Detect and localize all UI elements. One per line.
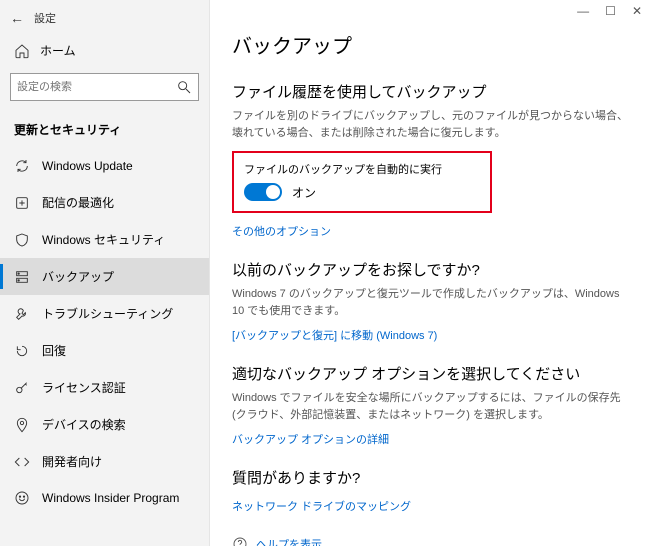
sidebar-item-developers[interactable]: 開発者向け — [0, 443, 209, 480]
home-label: ホーム — [40, 42, 76, 59]
help-row[interactable]: ヘルプを表示 — [232, 536, 628, 546]
sidebar-item-label: Windows セキュリティ — [42, 231, 165, 248]
window-controls: — ☐ ✕ — [577, 4, 642, 18]
search-box[interactable] — [10, 73, 199, 101]
choose-option-section: 適切なバックアップ オプションを選択してください Windows でファイルを安… — [232, 363, 628, 447]
sync-icon — [14, 158, 30, 174]
question-link[interactable]: ネットワーク ドライブのマッピング — [232, 498, 411, 514]
choose-link[interactable]: バックアップ オプションの詳細 — [232, 431, 389, 447]
search-icon — [176, 79, 192, 95]
sidebar-item-label: バックアップ — [42, 268, 114, 285]
sidebar-item-insider[interactable]: Windows Insider Program — [0, 480, 209, 516]
search-input[interactable] — [17, 81, 176, 93]
sidebar-item-label: 開発者向け — [42, 453, 102, 470]
toggle-state-label: オン — [292, 184, 316, 201]
sidebar-item-label: 配信の最適化 — [42, 194, 114, 211]
window-title: 設定 — [34, 10, 56, 26]
auto-backup-label: ファイルのバックアップを自動的に実行 — [244, 161, 480, 177]
page-title: バックアップ — [232, 30, 628, 59]
sidebar-item-label: Windows Update — [42, 159, 133, 173]
optimization-icon — [14, 195, 30, 211]
question-heading: 質問がありますか? — [232, 467, 628, 488]
choose-heading: 適切なバックアップ オプションを選択してください — [232, 363, 628, 384]
choose-desc: Windows でファイルを安全な場所にバックアップするには、ファイルの保存先 … — [232, 390, 628, 423]
sidebar-item-delivery-optimization[interactable]: 配信の最適化 — [0, 184, 209, 221]
shield-icon — [14, 232, 30, 248]
back-button[interactable]: ← — [10, 10, 24, 26]
home-icon — [14, 43, 30, 59]
titlebar: ← 設定 — [0, 4, 209, 36]
troubleshoot-icon — [14, 306, 30, 322]
sidebar: ← 設定 ホーム 更新とセキュリティ Windows Update 配信の最適化 — [0, 0, 210, 546]
sidebar-item-recovery[interactable]: 回復 — [0, 332, 209, 369]
auto-backup-toggle[interactable] — [244, 183, 282, 201]
minimize-button[interactable]: — — [577, 4, 589, 18]
sidebar-item-troubleshoot[interactable]: トラブルシューティング — [0, 295, 209, 332]
footer-links: ヘルプを表示 フィードバックの送信 — [232, 536, 628, 546]
previous-desc: Windows 7 のバックアップと復元ツールで作成したバックアップは、Wind… — [232, 286, 628, 319]
close-button[interactable]: ✕ — [632, 4, 642, 18]
previous-backup-section: 以前のバックアップをお探しですか? Windows 7 のバックアップと復元ツー… — [232, 259, 628, 343]
previous-link[interactable]: [バックアップと復元] に移動 (Windows 7) — [232, 327, 437, 343]
help-icon — [232, 536, 248, 546]
sidebar-item-windows-security[interactable]: Windows セキュリティ — [0, 221, 209, 258]
question-section: 質問がありますか? ネットワーク ドライブのマッピング — [232, 467, 628, 514]
sidebar-item-label: Windows Insider Program — [42, 491, 179, 505]
sidebar-section-header: 更新とセキュリティ — [0, 113, 209, 148]
help-link[interactable]: ヘルプを表示 — [256, 536, 322, 546]
location-icon — [14, 417, 30, 433]
main-content: — ☐ ✕ バックアップ ファイル履歴を使用してバックアップ ファイルを別のドラ… — [210, 0, 650, 546]
sidebar-item-windows-update[interactable]: Windows Update — [0, 148, 209, 184]
sidebar-item-label: トラブルシューティング — [42, 305, 173, 322]
key-icon — [14, 380, 30, 396]
file-history-heading: ファイル履歴を使用してバックアップ — [232, 81, 628, 102]
sidebar-item-backup[interactable]: バックアップ — [0, 258, 209, 295]
more-options-link[interactable]: その他のオプション — [232, 223, 331, 239]
insider-icon — [14, 490, 30, 506]
file-history-desc: ファイルを別のドライブにバックアップし、元のファイルが見つからない場合、壊れてい… — [232, 108, 628, 141]
previous-heading: 以前のバックアップをお探しですか? — [232, 259, 628, 280]
backup-icon — [14, 269, 30, 285]
maximize-button[interactable]: ☐ — [605, 4, 616, 18]
sidebar-item-label: デバイスの検索 — [42, 416, 126, 433]
sidebar-item-label: ライセンス認証 — [42, 379, 126, 396]
sidebar-item-find-device[interactable]: デバイスの検索 — [0, 406, 209, 443]
file-history-section: ファイル履歴を使用してバックアップ ファイルを別のドライブにバックアップし、元の… — [232, 81, 628, 239]
code-icon — [14, 454, 30, 470]
auto-backup-highlight: ファイルのバックアップを自動的に実行 オン — [232, 151, 492, 213]
sidebar-item-label: 回復 — [42, 342, 66, 359]
sidebar-item-activation[interactable]: ライセンス認証 — [0, 369, 209, 406]
recovery-icon — [14, 343, 30, 359]
home-nav[interactable]: ホーム — [0, 36, 209, 65]
